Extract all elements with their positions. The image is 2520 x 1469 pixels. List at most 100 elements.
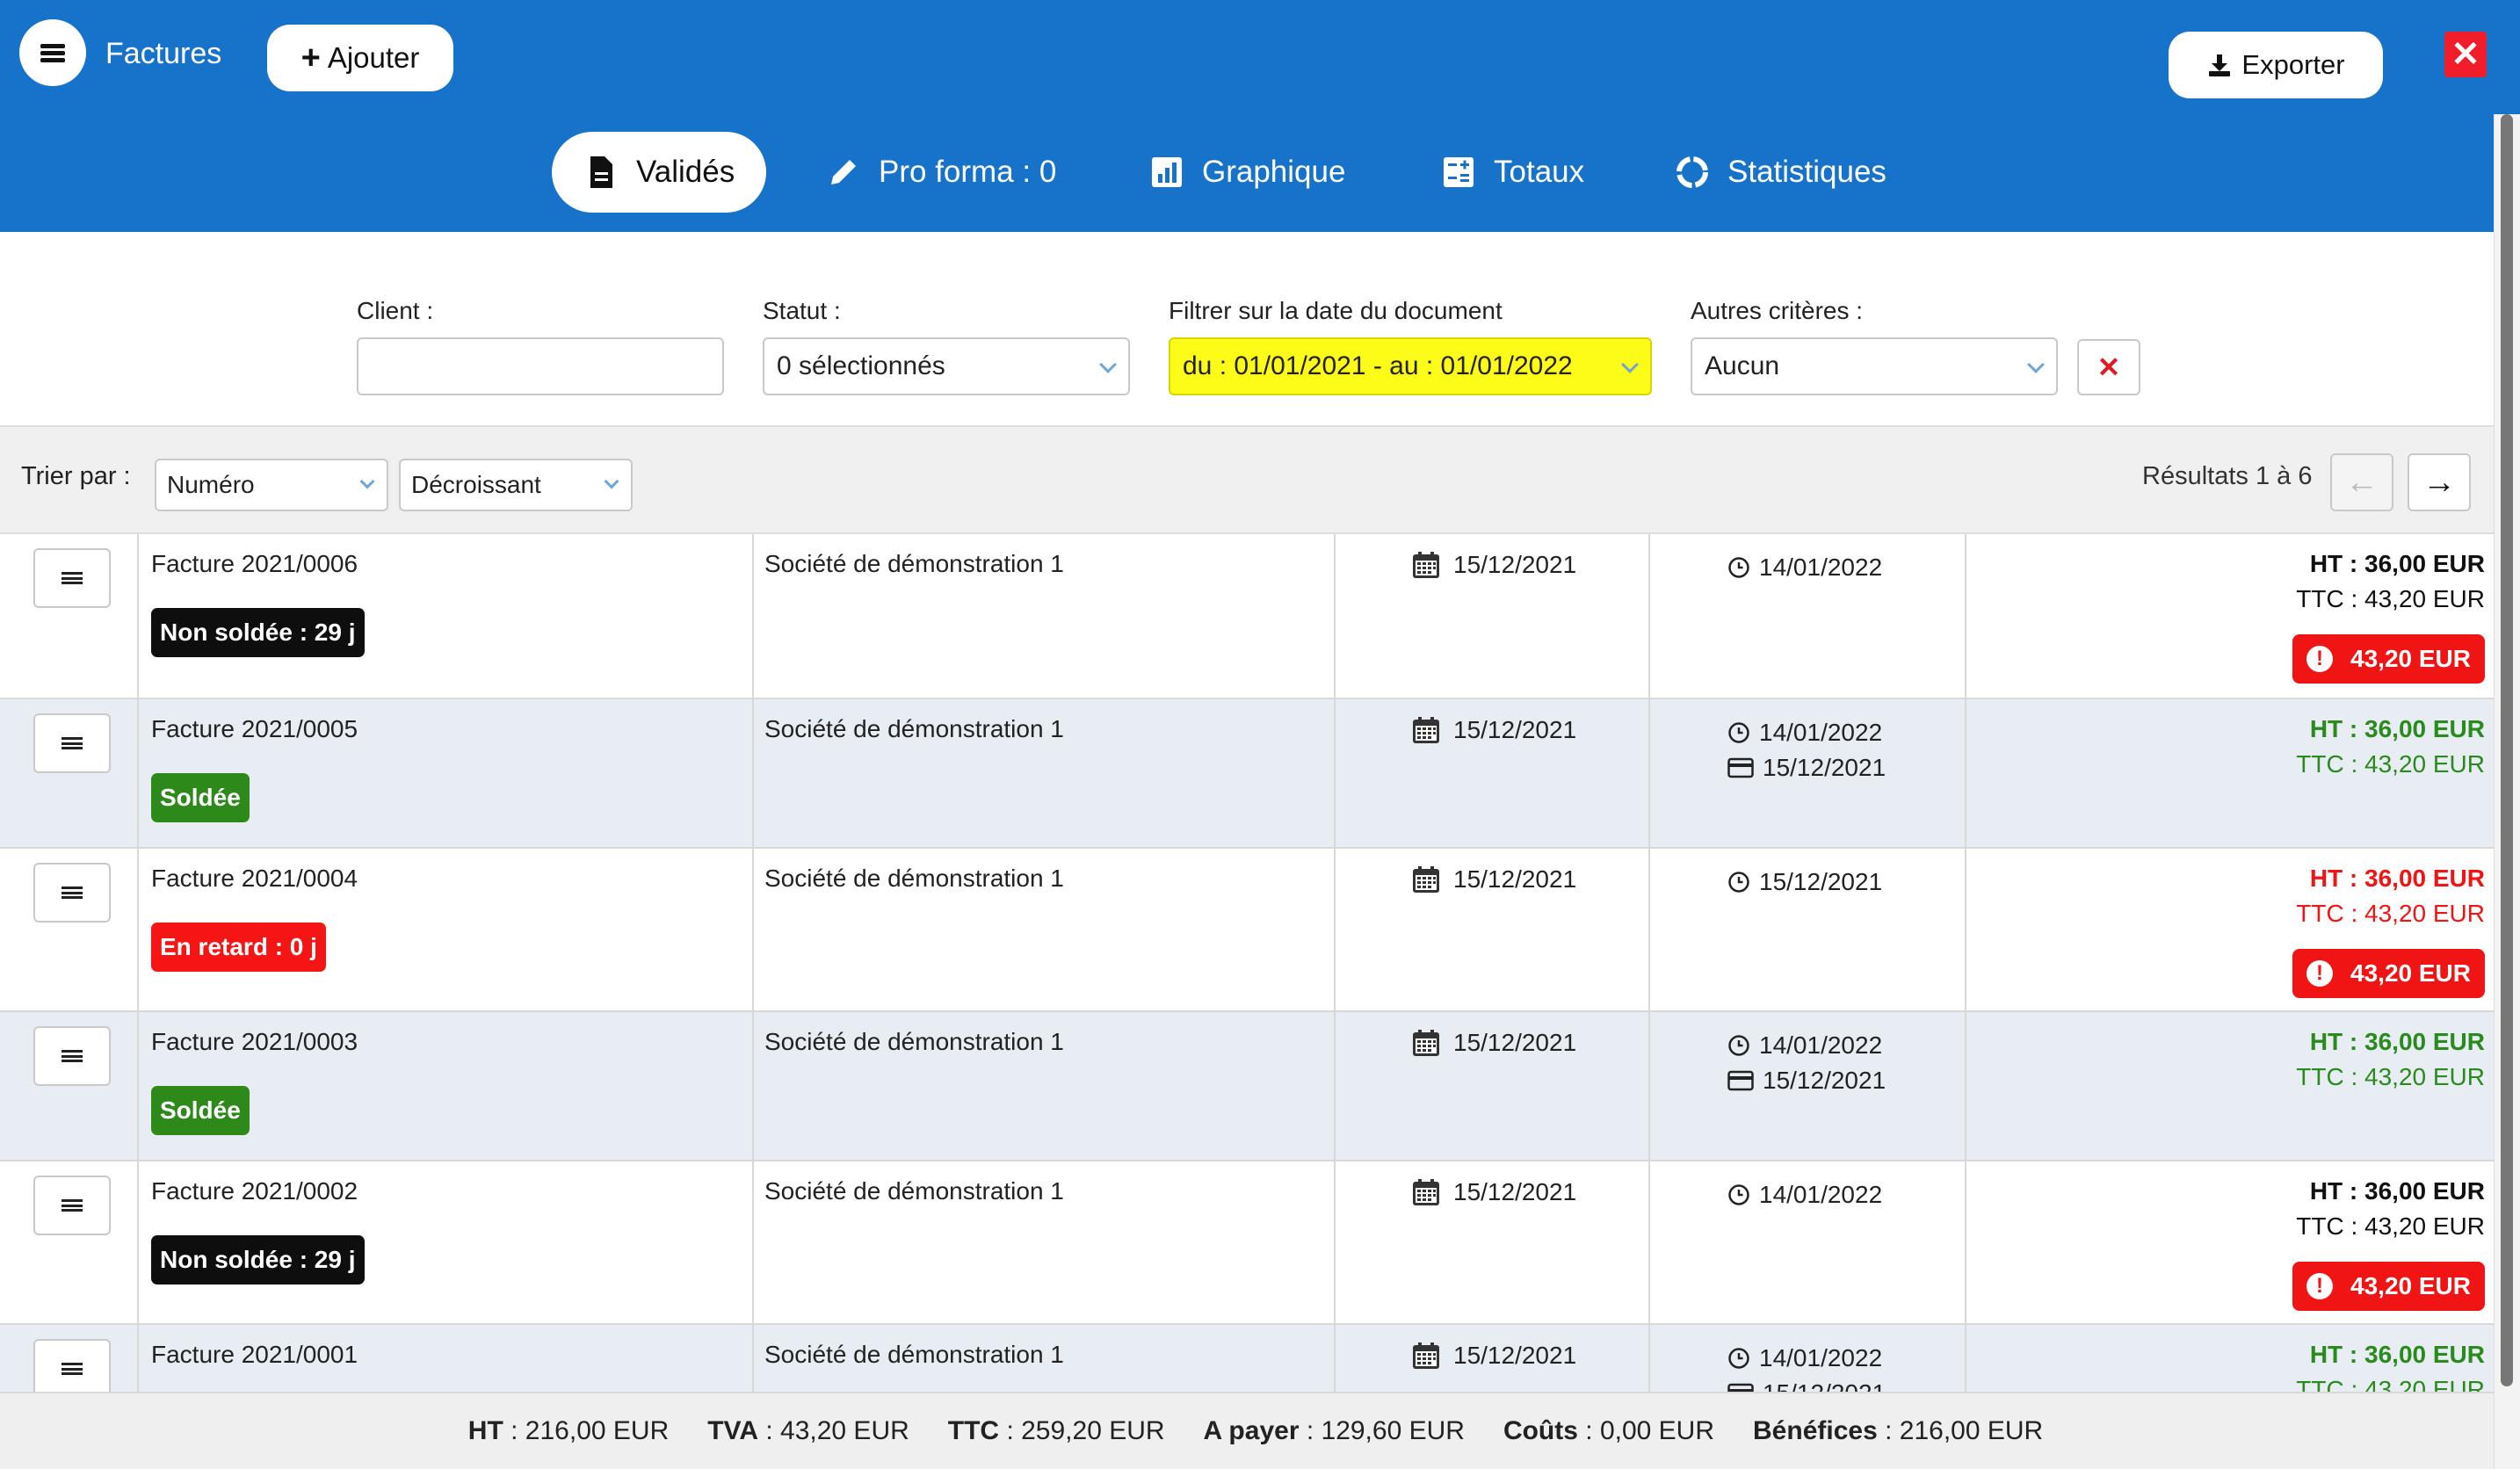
status-badge: Non soldée : 29 j: [151, 608, 365, 657]
previous-page-button[interactable]: ←: [2330, 453, 2393, 511]
tab-bar: Validés Pro forma : 0 Graphique Totaux S…: [0, 132, 2520, 213]
amount-ttc: TTC : 43,20 EUR: [2296, 1063, 2485, 1090]
amount-due-badge[interactable]: ! 43,20 EUR: [2292, 949, 2485, 998]
row-menu-button[interactable]: [33, 1176, 111, 1235]
tab-totaux[interactable]: Totaux: [1441, 132, 1584, 213]
table-row: Facture 2021/0002 Non soldée : 29 j Soci…: [0, 1161, 2494, 1325]
calendar-icon: [1413, 552, 1439, 578]
document-date: 15/12/2021: [1411, 865, 1576, 894]
row-menu-button[interactable]: [33, 713, 111, 773]
amount-ht: HT : 36,00 EUR: [2309, 1177, 2485, 1205]
invoice-amounts: HT : 36,00 EUR TTC : 43,20 EUR: [2296, 1177, 2485, 1248]
amount-ht: HT : 36,00 EUR: [2309, 715, 2485, 742]
table-row: Facture 2021/0004 En retard : 0 j Sociét…: [0, 849, 2494, 1012]
due-dates: 14/01/2022: [1727, 1177, 1882, 1212]
sort-order-value: Décroissant: [411, 471, 541, 498]
row-menu-button[interactable]: [33, 863, 111, 923]
due-dates: 14/01/2022 15/12/2021: [1727, 1341, 1886, 1392]
pencil-icon: [831, 160, 856, 185]
sort-label: Trier par :: [21, 462, 131, 490]
invoice-table: Facture 2021/0006 Non soldée : 29 j Soci…: [0, 534, 2494, 1392]
invoice-number[interactable]: Facture 2021/0001: [151, 1341, 358, 1369]
status-badge: Soldée: [151, 1086, 250, 1135]
clock-icon: [1728, 1035, 1749, 1056]
amount-ht: HT : 36,00 EUR: [2309, 550, 2485, 577]
calendar-icon: [1413, 866, 1439, 893]
amount-ht: HT : 36,00 EUR: [2309, 865, 2485, 892]
page-title: Factures: [105, 37, 222, 70]
chevron-down-icon: [1621, 356, 1639, 373]
status-select[interactable]: 0 sélectionnés: [763, 337, 1130, 395]
amount-due-badge[interactable]: ! 43,20 EUR: [2292, 634, 2485, 684]
chevron-down-icon: [1099, 356, 1117, 373]
next-page-button[interactable]: →: [2408, 453, 2471, 511]
total-profit: Bénéfices : 216,00 EUR: [1753, 1416, 2044, 1445]
scrollbar-thumb[interactable]: [2501, 114, 2513, 1386]
app-header: Factures + Ajouter Exporter ✕ Validés Pr…: [0, 0, 2520, 232]
alert-icon: !: [2306, 646, 2334, 672]
clear-filters-button[interactable]: ✕: [2077, 339, 2140, 395]
tab-pro-forma[interactable]: Pro forma : 0: [826, 132, 1056, 213]
add-label: Ajouter: [327, 41, 420, 74]
sort-order-select[interactable]: Décroissant: [399, 459, 633, 511]
alert-icon: !: [2306, 1273, 2334, 1299]
calendar-icon: [1413, 1030, 1439, 1056]
client-name: Société de démonstration 1: [764, 1028, 1064, 1055]
calendar-icon: [1413, 1179, 1439, 1205]
document-date: 15/12/2021: [1411, 1028, 1576, 1058]
client-name: Société de démonstration 1: [764, 865, 1064, 892]
document-date: 15/12/2021: [1411, 1177, 1576, 1207]
close-button[interactable]: ✕: [2444, 32, 2487, 77]
invoice-number[interactable]: Facture 2021/0003: [151, 1028, 358, 1056]
document-date: 15/12/2021: [1411, 715, 1576, 745]
hamburger-icon: [62, 1361, 83, 1378]
other-criteria-value: Aucun: [1705, 351, 1780, 380]
tab-statistiques[interactable]: Statistiques: [1675, 132, 1886, 213]
due-dates: 14/01/2022 15/12/2021: [1727, 1028, 1886, 1098]
add-invoice-button[interactable]: + Ajouter: [267, 25, 453, 91]
row-menu-button[interactable]: [33, 548, 111, 608]
total-ht: HT : 216,00 EUR: [467, 1416, 670, 1445]
date-filter-label: Filtrer sur la date du document: [1169, 297, 1503, 324]
clock-icon: [1728, 872, 1749, 893]
row-menu-button[interactable]: [33, 1339, 111, 1392]
invoice-number[interactable]: Facture 2021/0005: [151, 715, 358, 743]
client-input[interactable]: [357, 337, 724, 395]
download-icon: [2209, 54, 2231, 76]
amount-due-badge[interactable]: ! 43,20 EUR: [2292, 1262, 2485, 1311]
document-date: 15/12/2021: [1411, 550, 1576, 580]
amount-ttc: TTC : 43,20 EUR: [2296, 1212, 2485, 1240]
calendar-icon: [1413, 717, 1439, 743]
other-criteria-select[interactable]: Aucun: [1691, 337, 2058, 395]
total-ttc: TTC : 259,20 EUR: [947, 1416, 1165, 1445]
invoice-number[interactable]: Facture 2021/0006: [151, 550, 358, 578]
date-range-select[interactable]: du : 01/01/2021 - au : 01/01/2022: [1169, 337, 1652, 395]
hamburger-icon: [62, 570, 83, 587]
table-row: Facture 2021/0006 Non soldée : 29 j Soci…: [0, 534, 2494, 699]
sort-field-select[interactable]: Numéro: [155, 459, 388, 511]
credit-card-icon: [1727, 1070, 1754, 1091]
tab-graphique[interactable]: Graphique: [1149, 132, 1345, 213]
invoice-number[interactable]: Facture 2021/0002: [151, 1177, 358, 1205]
vertical-scrollbar[interactable]: [2494, 114, 2520, 1469]
invoice-amounts: HT : 36,00 EUR TTC : 43,20 EUR: [2296, 550, 2485, 620]
row-menu-button[interactable]: [33, 1026, 111, 1086]
client-name: Société de démonstration 1: [764, 550, 1064, 577]
hamburger-icon: [62, 1048, 83, 1065]
chevron-down-icon: [2027, 356, 2045, 373]
close-icon: ✕: [2096, 351, 2121, 383]
close-icon: ✕: [2451, 35, 2480, 74]
export-button[interactable]: Exporter: [2169, 32, 2383, 98]
invoice-amounts: HT : 36,00 EUR TTC : 43,20 EUR: [2296, 1341, 2485, 1392]
invoice-number[interactable]: Facture 2021/0004: [151, 865, 358, 893]
tab-valides[interactable]: Validés: [552, 132, 767, 213]
plus-icon: +: [301, 39, 321, 76]
main-menu-button[interactable]: [19, 19, 86, 86]
amount-ttc: TTC : 43,20 EUR: [2296, 585, 2485, 612]
status-label: Statut :: [763, 297, 841, 324]
hamburger-icon: [62, 885, 83, 901]
calendar-icon: [1413, 1342, 1439, 1369]
clock-icon: [1728, 722, 1749, 743]
tab-label: Pro forma : 0: [879, 155, 1057, 189]
invoice-amounts: HT : 36,00 EUR TTC : 43,20 EUR: [2296, 1028, 2485, 1098]
